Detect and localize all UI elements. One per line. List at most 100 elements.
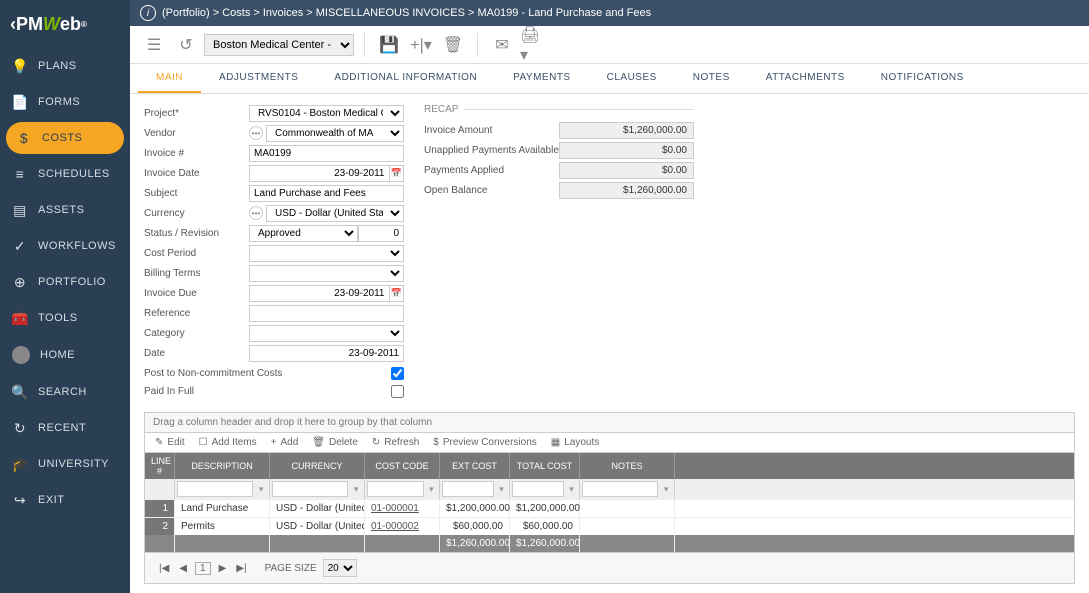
grid-layouts-button[interactable]: ▦ Layouts — [551, 437, 599, 448]
cell-code[interactable]: 01-000001 — [365, 500, 440, 517]
nav-university[interactable]: 🎓UNIVERSITY — [0, 446, 130, 482]
calendar-icon[interactable]: 📅 — [390, 285, 405, 302]
pager-first-icon[interactable]: |◀ — [157, 563, 171, 574]
subject-label: Subject — [144, 188, 249, 199]
info-icon[interactable]: i — [140, 5, 156, 21]
nav-exit[interactable]: ↪EXIT — [0, 482, 130, 518]
vendor-select[interactable]: Commonwealth of MA — [266, 125, 404, 142]
reference-input[interactable] — [249, 305, 404, 322]
post-checkbox[interactable] — [391, 367, 404, 380]
pager-page[interactable]: 1 — [195, 562, 211, 575]
tab-main[interactable]: MAIN — [138, 64, 201, 93]
invoice-date-input[interactable] — [249, 165, 390, 182]
tab-adjustments[interactable]: ADJUSTMENTS — [201, 64, 316, 93]
nav-tools[interactable]: 🧰TOOLS — [0, 300, 130, 336]
col-notes[interactable]: NOTES — [580, 453, 675, 479]
revision-input[interactable] — [358, 225, 405, 242]
nav-icon: 🧰 — [12, 310, 28, 326]
subject-input[interactable] — [249, 185, 404, 202]
nav-plans[interactable]: 💡PLANS — [0, 48, 130, 84]
mail-icon[interactable]: ✉ — [488, 31, 516, 59]
table-row[interactable]: 1Land PurchaseUSD - Dollar (United St01-… — [145, 499, 1074, 517]
tab-attachments[interactable]: ATTACHMENTS — [748, 64, 863, 93]
nav-forms[interactable]: 📄FORMS — [0, 84, 130, 120]
cell-code[interactable]: 01-000002 — [365, 518, 440, 535]
page-size-select[interactable]: 20 — [323, 559, 357, 577]
calendar-icon[interactable]: 📅 — [390, 165, 405, 182]
pager-last-icon[interactable]: ▶| — [234, 563, 248, 574]
project-select[interactable]: RVS0104 - Boston Medical Center — [249, 105, 404, 122]
tab-clauses[interactable]: CLAUSES — [589, 64, 675, 93]
col-description[interactable]: DESCRIPTION — [175, 453, 270, 479]
vendor-label: Vendor — [144, 128, 249, 139]
grid-delete-button[interactable]: 🗑 Delete — [312, 437, 358, 448]
save-icon[interactable]: 💾 — [375, 31, 403, 59]
invoice-due-input[interactable] — [249, 285, 390, 302]
invoice-no-input[interactable] — [249, 145, 404, 162]
trash-icon[interactable]: 🗑 — [439, 31, 467, 59]
currency-select[interactable]: USD - Dollar (United States of Ameri — [266, 205, 404, 222]
nav-icon: $ — [16, 130, 32, 146]
filter-tot[interactable] — [512, 481, 564, 497]
paid-checkbox[interactable] — [391, 385, 404, 398]
breadcrumb: (Portfolio) > Costs > Invoices > MISCELL… — [162, 7, 651, 19]
main-toolbar: ☰ ↺ Boston Medical Center - MA0199 - C 💾… — [130, 26, 1089, 64]
col-line[interactable]: LINE # — [145, 453, 175, 479]
list-icon[interactable]: ☰ — [140, 31, 168, 59]
print-icon[interactable]: 🖨▾ — [520, 31, 548, 59]
filter-icon[interactable]: ▾ — [496, 482, 507, 496]
filter-ext[interactable] — [442, 481, 494, 497]
tab-notes[interactable]: NOTES — [675, 64, 748, 93]
line-items-grid: Drag a column header and drop it here to… — [144, 412, 1075, 584]
filter-icon[interactable]: ▾ — [660, 482, 672, 496]
nav-recent[interactable]: ↻RECENT — [0, 410, 130, 446]
category-select[interactable] — [249, 325, 404, 342]
status-select[interactable]: Approved — [249, 225, 358, 242]
nav-assets[interactable]: ▤ASSETS — [0, 192, 130, 228]
recap-open: $1,260,000.00 — [559, 182, 694, 199]
nav-label: WORKFLOWS — [38, 240, 116, 252]
filter-curr[interactable] — [272, 481, 348, 497]
tab-payments[interactable]: PAYMENTS — [495, 64, 589, 93]
grid-add-items-button[interactable]: ☐ Add Items — [199, 437, 257, 448]
filter-icon[interactable]: ▾ — [426, 482, 437, 496]
col-ext-cost[interactable]: EXT COST — [440, 453, 510, 479]
grid-edit-button[interactable]: ✎ Edit — [155, 437, 185, 448]
grid-preview-button[interactable]: $ Preview Conversions — [433, 437, 537, 448]
filter-icon[interactable]: ▾ — [566, 482, 577, 496]
filter-icon[interactable]: ▾ — [255, 482, 267, 496]
tab-notifications[interactable]: NOTIFICATIONS — [863, 64, 982, 93]
grid-group-hint[interactable]: Drag a column header and drop it here to… — [145, 413, 1074, 433]
nav-workflows[interactable]: ✓WORKFLOWS — [0, 228, 130, 264]
add-icon[interactable]: +|▾ — [407, 31, 435, 59]
filter-notes[interactable] — [582, 481, 658, 497]
pager-next-icon[interactable]: ▶ — [217, 563, 229, 574]
nav-costs[interactable]: $COSTS — [6, 122, 124, 154]
grid-refresh-button[interactable]: ↻ Refresh — [372, 437, 419, 448]
total-tot: $1,260,000.00 — [510, 535, 580, 552]
table-row[interactable]: 2PermitsUSD - Dollar (United St01-000002… — [145, 517, 1074, 535]
currency-picker-icon[interactable]: ••• — [249, 206, 263, 220]
history-icon[interactable]: ↺ — [172, 31, 200, 59]
nav-schedules[interactable]: ≡SCHEDULES — [0, 156, 130, 192]
cost-period-select[interactable] — [249, 245, 404, 262]
currency-label: Currency — [144, 208, 249, 219]
nav-search[interactable]: 🔍SEARCH — [0, 374, 130, 410]
billing-terms-label: Billing Terms — [144, 268, 249, 279]
col-cost-code[interactable]: COST CODE — [365, 453, 440, 479]
invoice-no-label: Invoice # — [144, 148, 249, 159]
filter-desc[interactable] — [177, 481, 253, 497]
col-total-cost[interactable]: TOTAL COST — [510, 453, 580, 479]
context-select[interactable]: Boston Medical Center - MA0199 - C — [204, 34, 354, 56]
grid-add-button[interactable]: + Add — [271, 437, 299, 448]
filter-icon[interactable]: ▾ — [350, 482, 362, 496]
filter-code[interactable] — [367, 481, 424, 497]
billing-terms-select[interactable] — [249, 265, 404, 282]
pager-prev-icon[interactable]: ◀ — [177, 563, 189, 574]
nav-label: ASSETS — [38, 204, 84, 216]
tab-additional-information[interactable]: ADDITIONAL INFORMATION — [316, 64, 495, 93]
nav-portfolio[interactable]: ⊕PORTFOLIO — [0, 264, 130, 300]
vendor-picker-icon[interactable]: ••• — [249, 126, 263, 140]
col-currency[interactable]: CURRENCY — [270, 453, 365, 479]
nav-home[interactable]: HOME — [0, 336, 130, 374]
